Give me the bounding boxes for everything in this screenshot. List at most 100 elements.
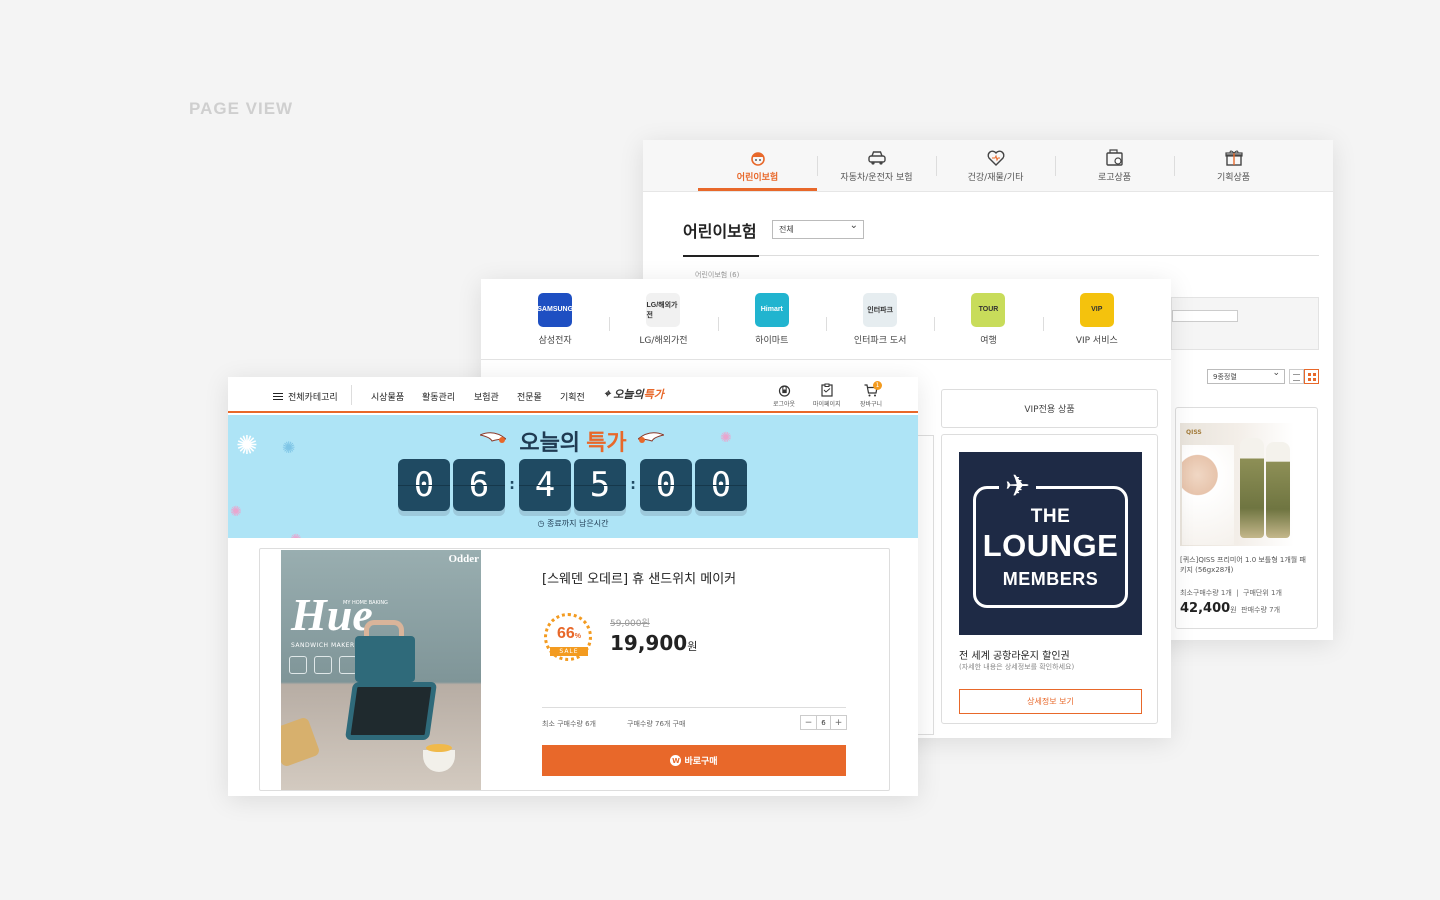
brand-lg[interactable]: LG/해외가전 LG/해외가전 [609, 279, 717, 359]
original-price: 59,000원 [610, 619, 650, 629]
interpark-logo-icon: 인터파크 [863, 292, 898, 327]
maker-plate [344, 682, 438, 740]
nav-divider [351, 385, 352, 405]
lounge-logo-text: MEMBERS [1002, 569, 1099, 589]
cart-button[interactable]: 1 장바구니 [860, 381, 883, 408]
brand-vip[interactable]: VIP VIP 서비스 [1042, 279, 1151, 359]
gift-icon [1224, 149, 1244, 167]
brand-himart[interactable]: Himart 하이마트 [717, 279, 826, 359]
remaining-text: 종료까지 남은시간 [547, 519, 609, 528]
buy-now-label: 바로구매 [684, 757, 718, 767]
remaining-time-label: ◷ 종료까지 남은시간 [228, 518, 918, 529]
maker-lid [355, 636, 415, 682]
category-tab-bar: 어린이보험 자동차/운전자 보험 건강/재물/기타 로고상품 기획상품 [643, 140, 1333, 192]
lg-logo-icon: LG/해외가전 [646, 292, 681, 327]
quantity-value[interactable]: 6 [816, 716, 831, 729]
vip-product-title: 전 세계 공항라운지 할인권 [959, 651, 1070, 662]
nav-item-today-deal[interactable]: ⌖ 오늘의 특가 [604, 386, 664, 402]
sandwich-image [281, 716, 321, 768]
product-photo: Odder Hue MY HOME BAKING SANDWICH MAKER [281, 550, 481, 790]
himart-logo-icon: Himart [754, 292, 789, 327]
brand-interpark[interactable]: 인터파크 인터파크 도서 [825, 279, 934, 359]
nav-item-mall[interactable]: 전문몰 [517, 390, 542, 403]
cart-count-badge: 1 [873, 381, 883, 390]
buy-now-button[interactable]: W 바로구매 [542, 745, 846, 776]
brand-label: 하이마트 [755, 335, 789, 346]
quantity-stepper: − 6 + [800, 715, 847, 730]
nav-item-insurance[interactable]: 보험관 [474, 390, 499, 403]
sale-badge: 66% SALE [542, 611, 596, 661]
discount-value: 66 [556, 625, 575, 642]
countdown-digit: 0 [640, 459, 692, 511]
airplane-icon: ✈ [999, 472, 1037, 502]
product-name: [퀴스]QISS 프리미어 1.0 보틀형 1개월 패키지 (56gx28개) [1180, 556, 1306, 574]
brand-shortcut-bar: SAMSUNG 삼성전자 LG/해외가전 LG/해외가전 Himart 하이마트… [481, 279, 1171, 360]
bowl-image [423, 744, 455, 772]
lounge-members-logo: ✈ THE LOUNGE MEMBERS [959, 452, 1142, 635]
adjacent-card-edge [918, 435, 934, 735]
nav-item-exhibition[interactable]: 기획전 [560, 390, 585, 403]
today-prefix: 오늘의 [613, 389, 644, 401]
nav-item-award[interactable]: 시상물품 [371, 390, 404, 403]
countdown-colon: : [509, 477, 515, 493]
all-category-button[interactable]: 전체카테고리 [273, 390, 338, 403]
brand-label: 인터파크 도서 [853, 335, 907, 346]
sort-select[interactable]: 9종정렬 [1207, 368, 1285, 384]
detail-button[interactable]: 상세정보 보기 [959, 689, 1142, 714]
tab-health[interactable]: 건강/재물/기타 [936, 140, 1055, 191]
tab-logo-goods[interactable]: 로고상품 [1055, 140, 1174, 191]
countdown-digit: 0 [398, 459, 450, 511]
countdown-digit: 4 [519, 459, 571, 511]
cart-icon: 1 [864, 381, 883, 397]
logout-button[interactable]: 로그아웃 [773, 383, 795, 408]
nav-item-activity[interactable]: 활동관리 [422, 390, 455, 403]
discount-rate: 66% [542, 625, 596, 643]
sandwich-maker-image [344, 620, 439, 750]
grid-view-button[interactable] [1304, 369, 1319, 384]
bottle-image [1266, 442, 1290, 538]
tab-child-insurance[interactable]: 어린이보험 [698, 140, 817, 191]
tab-vip-products[interactable]: VIP전용 상품 [941, 389, 1158, 428]
sale-ribbon: SALE [550, 647, 588, 656]
product-card[interactable]: QISS [퀴스]QISS 프리미어 1.0 보틀형 1개월 패키지 (56gx… [1175, 407, 1318, 629]
countdown-timer: 0 6 : 4 5 : 0 0 [398, 459, 750, 511]
logo-goods-icon [1105, 148, 1125, 167]
countdown-digit: 5 [574, 459, 626, 511]
countdown-digit: 6 [453, 459, 505, 511]
menu-icon [273, 393, 283, 400]
tag-icon: ⌖ [604, 387, 611, 400]
clock-check-icon: ◷ [537, 519, 545, 528]
mypage-icon [820, 383, 834, 397]
vip-product-card[interactable]: ✈ THE LOUNGE MEMBERS 전 세계 공항라운지 할인권 (자세한… [941, 434, 1158, 724]
purchase-quantity: 구매수량 76개 구매 [627, 720, 686, 728]
mypage-button[interactable]: 마이페이지 [813, 383, 841, 408]
product-name: [스웨덴 오데르] 휴 샌드위치 메이커 [542, 572, 737, 587]
decrease-button[interactable]: − [801, 716, 816, 729]
product-brand: QISS [1186, 429, 1202, 436]
brand-label: LG/해외가전 [639, 335, 688, 346]
product-image: QISS [1180, 423, 1294, 546]
lounge-logo-text: THE [1030, 506, 1071, 527]
tab-car-insurance[interactable]: 자동차/운전자 보험 [817, 140, 936, 191]
category-select[interactable]: 전체 [772, 220, 864, 239]
child-icon [748, 149, 768, 167]
brand-tour[interactable]: TOUR 여행 [934, 279, 1042, 359]
unit-label: 구매단위 [1243, 589, 1269, 597]
vip-logo-icon: VIP [1079, 292, 1114, 327]
tab-special[interactable]: 기획상품 [1174, 140, 1293, 191]
brand-samsung[interactable]: SAMSUNG 삼성전자 [501, 279, 609, 359]
filter-input[interactable] [1172, 310, 1238, 322]
util-label: 장바구니 [860, 401, 883, 408]
banner-title-prefix: 오늘의 [519, 430, 581, 455]
stock-note: 판매수량 7개 [1241, 606, 1281, 614]
lounge-logo-text: LOUNGE [982, 528, 1119, 563]
product-meta: 최소구매수량 1개 | 구매단위 1개 [1180, 589, 1282, 597]
sale-price: 19,900원 [610, 631, 697, 655]
sale-price-unit: 원 [687, 640, 698, 653]
list-view-button[interactable] [1289, 369, 1304, 384]
banner-title: 오늘의 특가 [228, 425, 918, 457]
discount-unit: % [574, 633, 582, 640]
samsung-logo-icon: SAMSUNG [537, 292, 573, 327]
increase-button[interactable]: + [831, 716, 846, 729]
min-quantity: 최소 구매수량 6개 [542, 720, 596, 728]
